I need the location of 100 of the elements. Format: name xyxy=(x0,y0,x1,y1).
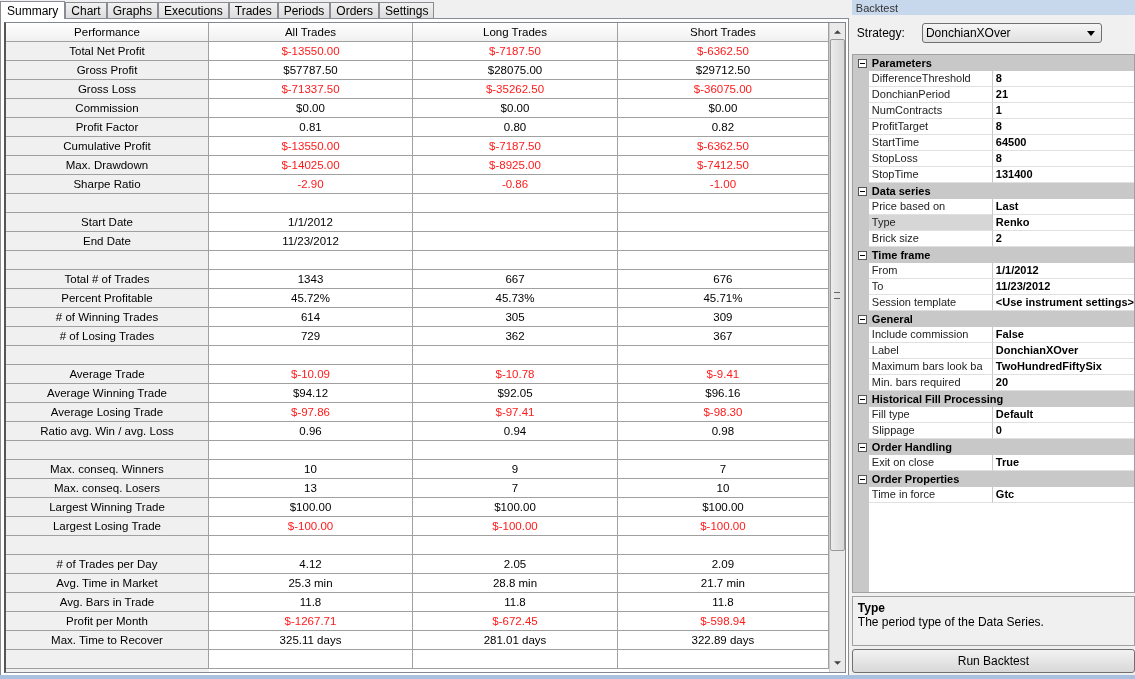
property-name[interactable]: DonchianPeriod xyxy=(868,87,993,103)
property-name[interactable]: Maximum bars look ba xyxy=(868,359,993,375)
property-value[interactable]: 11/23/2012 xyxy=(992,279,1134,295)
column-header: Long Trades xyxy=(413,23,618,41)
property-name[interactable]: From xyxy=(868,263,993,279)
table-cell: -1.00 xyxy=(709,178,737,190)
window-title: Backtest xyxy=(854,1,899,14)
category-header: Order Handling xyxy=(871,441,952,453)
property-name[interactable]: ProfitTarget xyxy=(868,119,993,135)
table-cell: 676 xyxy=(713,273,733,285)
collapse-icon[interactable] xyxy=(857,442,867,452)
table-cell: 7 xyxy=(719,463,727,475)
table-cell: 7 xyxy=(511,482,519,494)
tab[interactable]: Periods xyxy=(277,2,331,18)
column-header: Performance xyxy=(6,23,209,41)
table-cell: 325.11 days xyxy=(279,634,342,646)
table-cell: $-13550.00 xyxy=(281,45,340,57)
tab[interactable]: Executions xyxy=(158,2,229,18)
table-cell: -0.86 xyxy=(501,178,529,190)
category-header: Time frame xyxy=(871,249,931,261)
property-value[interactable]: Default xyxy=(992,407,1134,423)
property-name[interactable]: Type xyxy=(868,215,993,231)
category-header: Data series xyxy=(871,185,931,197)
table-cell: $-7412.50 xyxy=(697,159,749,171)
row-label: Profit Factor xyxy=(6,118,209,136)
run-backtest-button[interactable]: Run Backtest xyxy=(851,649,1135,673)
scroll-thumb[interactable] xyxy=(829,39,845,551)
property-value[interactable]: 1/1/2012 xyxy=(992,263,1134,279)
table-cell: 322.89 days xyxy=(691,634,755,646)
property-value[interactable]: 8 xyxy=(992,71,1134,87)
table-cell: 0.94 xyxy=(503,425,527,437)
table-cell: $-97.86 xyxy=(291,406,330,418)
tab[interactable]: Settings xyxy=(379,2,435,18)
table-cell: 0.82 xyxy=(711,121,735,133)
property-value[interactable]: 64500 xyxy=(992,135,1134,151)
tab[interactable]: Summary xyxy=(0,1,66,19)
table-cell: $100.00 xyxy=(289,501,332,513)
row-label: Avg. Bars in Trade xyxy=(6,593,209,611)
table-cell: 309 xyxy=(713,311,733,323)
collapse-icon[interactable] xyxy=(857,250,867,260)
property-value[interactable]: False xyxy=(992,327,1134,343)
table-cell: $-71337.50 xyxy=(281,83,340,95)
collapse-icon[interactable] xyxy=(857,474,867,484)
row-label: # of Trades per Day xyxy=(6,555,209,573)
strategy-dropdown[interactable]: DonchianXOver xyxy=(921,23,1102,43)
property-name[interactable]: Include commission xyxy=(868,327,993,343)
collapse-icon[interactable] xyxy=(857,186,867,196)
caret-icon xyxy=(1086,30,1095,36)
table-cell: 21.7 min xyxy=(700,577,745,589)
table-cell: $0.00 xyxy=(500,102,530,114)
property-name[interactable]: NumContracts xyxy=(868,103,993,119)
row-label: End Date xyxy=(6,232,209,250)
row-label: Gross Profit xyxy=(6,61,209,79)
collapse-icon[interactable] xyxy=(857,314,867,324)
table-cell: -2.90 xyxy=(297,178,324,190)
tab[interactable]: Orders xyxy=(330,2,380,18)
property-value[interactable]: 8 xyxy=(992,119,1134,135)
tab[interactable]: Trades xyxy=(228,2,278,18)
property-value[interactable]: 1 xyxy=(992,103,1134,119)
property-name[interactable]: Time in force xyxy=(868,487,993,503)
property-value[interactable]: Gtc xyxy=(992,487,1134,503)
table-cell: 9 xyxy=(511,463,519,475)
property-value[interactable]: 21 xyxy=(992,87,1134,103)
tab[interactable]: Graphs xyxy=(106,2,159,18)
table-cell: 281.01 days xyxy=(483,634,547,646)
table-cell: 1343 xyxy=(297,273,324,285)
property-name[interactable]: StopLoss xyxy=(868,151,993,167)
table-cell: $-8925.00 xyxy=(489,159,541,171)
property-value[interactable]: Last xyxy=(992,199,1134,215)
category-header: Historical Fill Processing xyxy=(871,393,1004,405)
collapse-icon[interactable] xyxy=(857,58,867,68)
property-value[interactable]: TwoHundredFiftySix xyxy=(992,359,1134,375)
table-cell: 305 xyxy=(505,311,525,323)
table-cell: $-672.45 xyxy=(492,615,538,627)
collapse-icon[interactable] xyxy=(857,394,867,404)
table-cell: 729 xyxy=(300,330,321,342)
scroll-up-icon[interactable] xyxy=(833,29,841,34)
property-name[interactable]: DifferenceThreshold xyxy=(868,71,993,87)
table-cell: 614 xyxy=(300,311,321,323)
table-cell: 11/23/2012 xyxy=(282,235,339,247)
row-label: Average Losing Trade xyxy=(6,403,209,421)
property-name[interactable]: Label xyxy=(868,343,993,359)
table-cell: $28075.00 xyxy=(487,64,543,76)
table-cell: 4.12 xyxy=(299,558,322,570)
property-value[interactable]: DonchianXOver xyxy=(992,343,1134,359)
description-text: The period type of the Data Series. xyxy=(857,615,1045,629)
tab[interactable]: Chart xyxy=(65,2,107,18)
category-header: Parameters xyxy=(871,57,932,69)
table-cell: 0.80 xyxy=(503,121,527,133)
property-value[interactable]: Renko xyxy=(992,215,1134,231)
table-cell: $94.12 xyxy=(292,387,329,399)
row-label: Largest Winning Trade xyxy=(6,498,209,516)
property-value[interactable]: 8 xyxy=(992,151,1134,167)
scroll-down-icon[interactable] xyxy=(833,661,841,666)
table-cell: $-97.41 xyxy=(495,406,535,418)
property-name[interactable]: StartTime xyxy=(868,135,993,151)
property-name[interactable]: Fill type xyxy=(868,407,993,423)
table-cell: 28.8 min xyxy=(492,577,538,589)
property-name[interactable]: To xyxy=(868,279,993,295)
table-cell: $-10.78 xyxy=(495,368,535,380)
